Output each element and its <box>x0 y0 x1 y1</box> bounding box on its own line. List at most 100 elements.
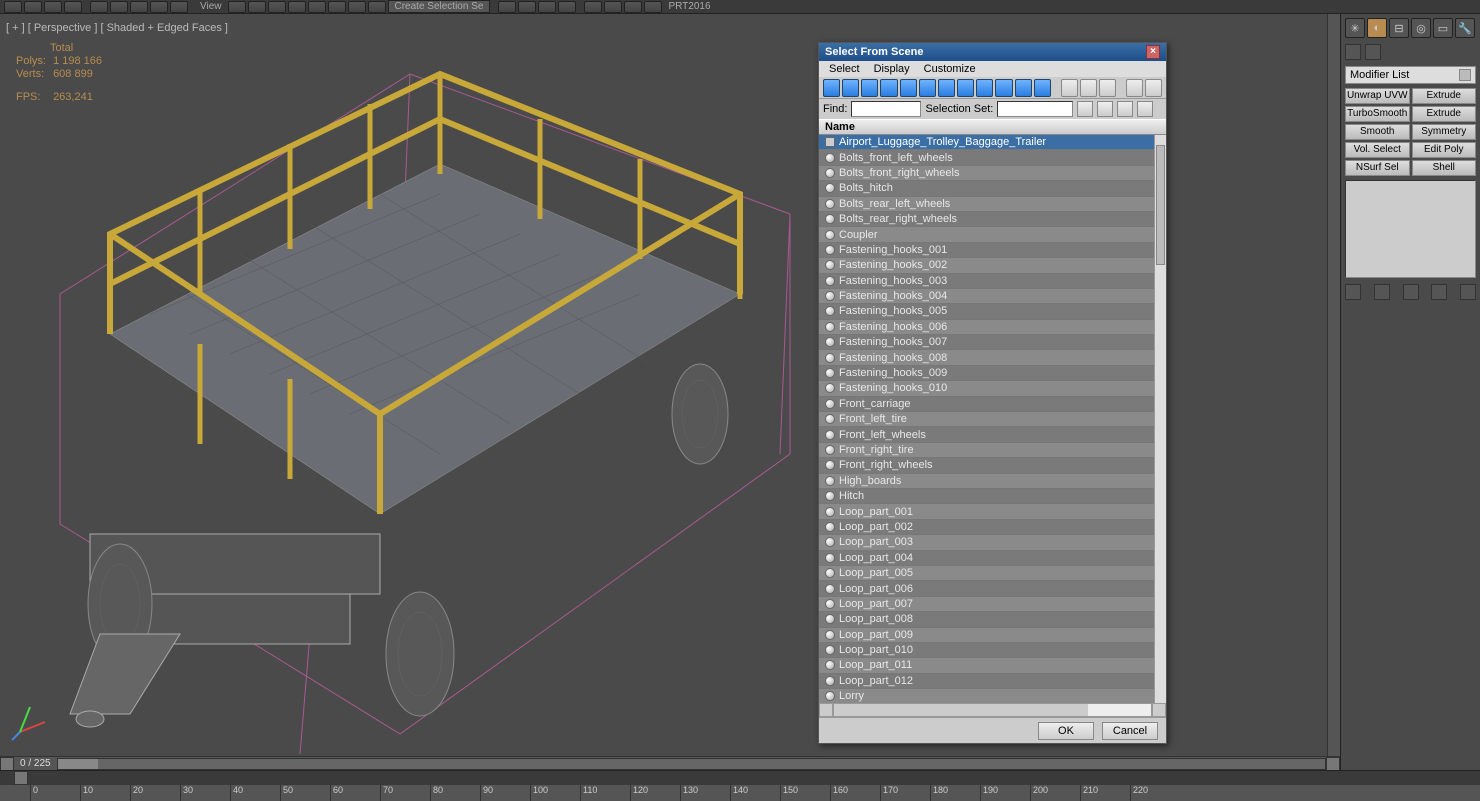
list-hscroll[interactable] <box>819 703 1166 717</box>
list-item[interactable]: High_boards <box>819 474 1154 489</box>
list-item[interactable]: Fastening_hooks_002 <box>819 258 1154 273</box>
menu-customize[interactable]: Customize <box>924 63 976 75</box>
list-item[interactable]: Lorry <box>819 689 1154 703</box>
list-item[interactable]: Coupler <box>819 227 1154 242</box>
list-item[interactable]: Bolts_front_right_wheels <box>819 166 1154 181</box>
hscroll-right-icon[interactable] <box>1152 703 1166 717</box>
list-item[interactable]: Fastening_hooks_009 <box>819 366 1154 381</box>
list-vscroll[interactable] <box>1154 135 1166 703</box>
modifier-button[interactable]: Smooth <box>1345 124 1410 140</box>
tool-curve-editor-icon[interactable] <box>368 1 386 13</box>
selset-save-icon[interactable] <box>1097 101 1113 117</box>
modifier-button[interactable]: Edit Poly <box>1412 142 1477 158</box>
tool-scale-icon[interactable] <box>170 1 188 13</box>
list-item[interactable]: Fastening_hooks_005 <box>819 304 1154 319</box>
sub-pin-icon[interactable] <box>1345 44 1361 60</box>
list-item[interactable]: Loop_part_007 <box>819 597 1154 612</box>
tool-angle-snap-icon[interactable] <box>248 1 266 13</box>
list-item[interactable]: Fastening_hooks_010 <box>819 381 1154 396</box>
tool-percent-snap-icon[interactable] <box>268 1 286 13</box>
list-item[interactable]: Loop_part_002 <box>819 520 1154 535</box>
ok-button[interactable]: OK <box>1038 722 1094 740</box>
tool-snap-icon[interactable] <box>228 1 246 13</box>
sub-config-icon[interactable] <box>1365 44 1381 60</box>
hscroll-right-icon[interactable] <box>1326 757 1340 771</box>
modifier-button[interactable]: Shell <box>1412 160 1477 176</box>
filter-options-icon[interactable] <box>1126 79 1143 97</box>
list-item[interactable]: Front_left_wheels <box>819 427 1154 442</box>
tab-display-icon[interactable]: ▭ <box>1433 18 1453 38</box>
tab-utilities-icon[interactable]: 🔧 <box>1455 18 1475 38</box>
list-item[interactable]: Fastening_hooks_001 <box>819 243 1154 258</box>
tool-select-icon[interactable] <box>90 1 108 13</box>
tool-layer-icon[interactable] <box>348 1 366 13</box>
list-item[interactable]: Front_right_wheels <box>819 458 1154 473</box>
modifier-button[interactable]: Symmetry <box>1412 124 1477 140</box>
filter-groups-icon[interactable] <box>938 79 955 97</box>
tool-mirror-icon[interactable] <box>308 1 326 13</box>
tool-render-icon[interactable] <box>558 1 576 13</box>
select-none-icon[interactable] <box>1080 79 1097 97</box>
close-icon[interactable]: × <box>1146 45 1160 59</box>
tool-extra2-icon[interactable] <box>604 1 622 13</box>
list-item[interactable]: Fastening_hooks_003 <box>819 274 1154 289</box>
menu-select[interactable]: Select <box>829 63 860 75</box>
filter-frozen-icon[interactable] <box>1015 79 1032 97</box>
selset-dropdown-icon[interactable] <box>1077 101 1093 117</box>
tool-render-frame-icon[interactable] <box>538 1 556 13</box>
tool-unlink-icon[interactable] <box>64 1 82 13</box>
list-item[interactable]: Front_carriage <box>819 397 1154 412</box>
list-item[interactable]: Bolts_rear_left_wheels <box>819 197 1154 212</box>
filter-xrefs-icon[interactable] <box>957 79 974 97</box>
viewport-hscroll[interactable]: 0 / 225 <box>0 756 1340 770</box>
list-item[interactable]: Fastening_hooks_004 <box>819 289 1154 304</box>
filter-lights-icon[interactable] <box>861 79 878 97</box>
stack-pin-icon[interactable] <box>1345 284 1361 300</box>
stack-remove-icon[interactable] <box>1431 284 1447 300</box>
menu-display[interactable]: Display <box>874 63 910 75</box>
modifier-stack[interactable] <box>1345 180 1476 278</box>
list-item[interactable]: Front_right_tire <box>819 443 1154 458</box>
list-item[interactable]: Bolts_rear_right_wheels <box>819 212 1154 227</box>
list-item[interactable]: Loop_part_008 <box>819 612 1154 627</box>
select-all-icon[interactable] <box>1061 79 1078 97</box>
column-header-name[interactable]: Name <box>819 119 1166 135</box>
list-item[interactable]: Loop_part_010 <box>819 643 1154 658</box>
filter-spacewarps-icon[interactable] <box>919 79 936 97</box>
tool-extra1-icon[interactable] <box>584 1 602 13</box>
timeline-key-icon[interactable] <box>14 771 28 785</box>
tool-link-icon[interactable] <box>44 1 62 13</box>
tool-spinner-snap-icon[interactable] <box>288 1 306 13</box>
tool-render-setup-icon[interactable] <box>518 1 536 13</box>
modifier-button[interactable]: TurboSmooth <box>1345 106 1410 122</box>
stack-config-icon[interactable] <box>1460 284 1476 300</box>
list-item[interactable]: Airport_Luggage_Trolley_Baggage_Trailer <box>819 135 1154 150</box>
viewport-vscroll[interactable] <box>1327 14 1340 756</box>
selset-delete-icon[interactable] <box>1137 101 1153 117</box>
list-item[interactable]: Loop_part_001 <box>819 504 1154 519</box>
list-item[interactable]: Fastening_hooks_007 <box>819 335 1154 350</box>
view-options-icon[interactable] <box>1145 79 1162 97</box>
filter-hidden-icon[interactable] <box>1034 79 1051 97</box>
filter-helpers-icon[interactable] <box>900 79 917 97</box>
hscroll-left-icon[interactable] <box>0 757 14 771</box>
filter-cameras-icon[interactable] <box>880 79 897 97</box>
selection-set-combo[interactable]: Create Selection Se <box>388 0 491 13</box>
modifier-button[interactable]: Extrude <box>1412 106 1477 122</box>
modifier-button[interactable]: Unwrap UVW <box>1345 88 1410 104</box>
select-invert-icon[interactable] <box>1099 79 1116 97</box>
find-input[interactable] <box>851 101 921 117</box>
stack-unique-icon[interactable] <box>1403 284 1419 300</box>
tool-extra4-icon[interactable] <box>644 1 662 13</box>
tool-undo-icon[interactable] <box>4 1 22 13</box>
tab-motion-icon[interactable]: ◎ <box>1411 18 1431 38</box>
cancel-button[interactable]: Cancel <box>1102 722 1158 740</box>
tab-hierarchy-icon[interactable]: ⊟ <box>1389 18 1409 38</box>
modifier-list-combo[interactable]: Modifier List <box>1345 66 1476 84</box>
list-item[interactable]: Loop_part_011 <box>819 658 1154 673</box>
tab-modify-icon[interactable]: ◐ <box>1367 18 1387 38</box>
list-item[interactable]: Loop_part_003 <box>819 535 1154 550</box>
tool-redo-icon[interactable] <box>24 1 42 13</box>
tool-move-icon[interactable] <box>130 1 148 13</box>
viewport-label[interactable]: [ + ] [ Perspective ] [ Shaded + Edged F… <box>6 22 228 34</box>
